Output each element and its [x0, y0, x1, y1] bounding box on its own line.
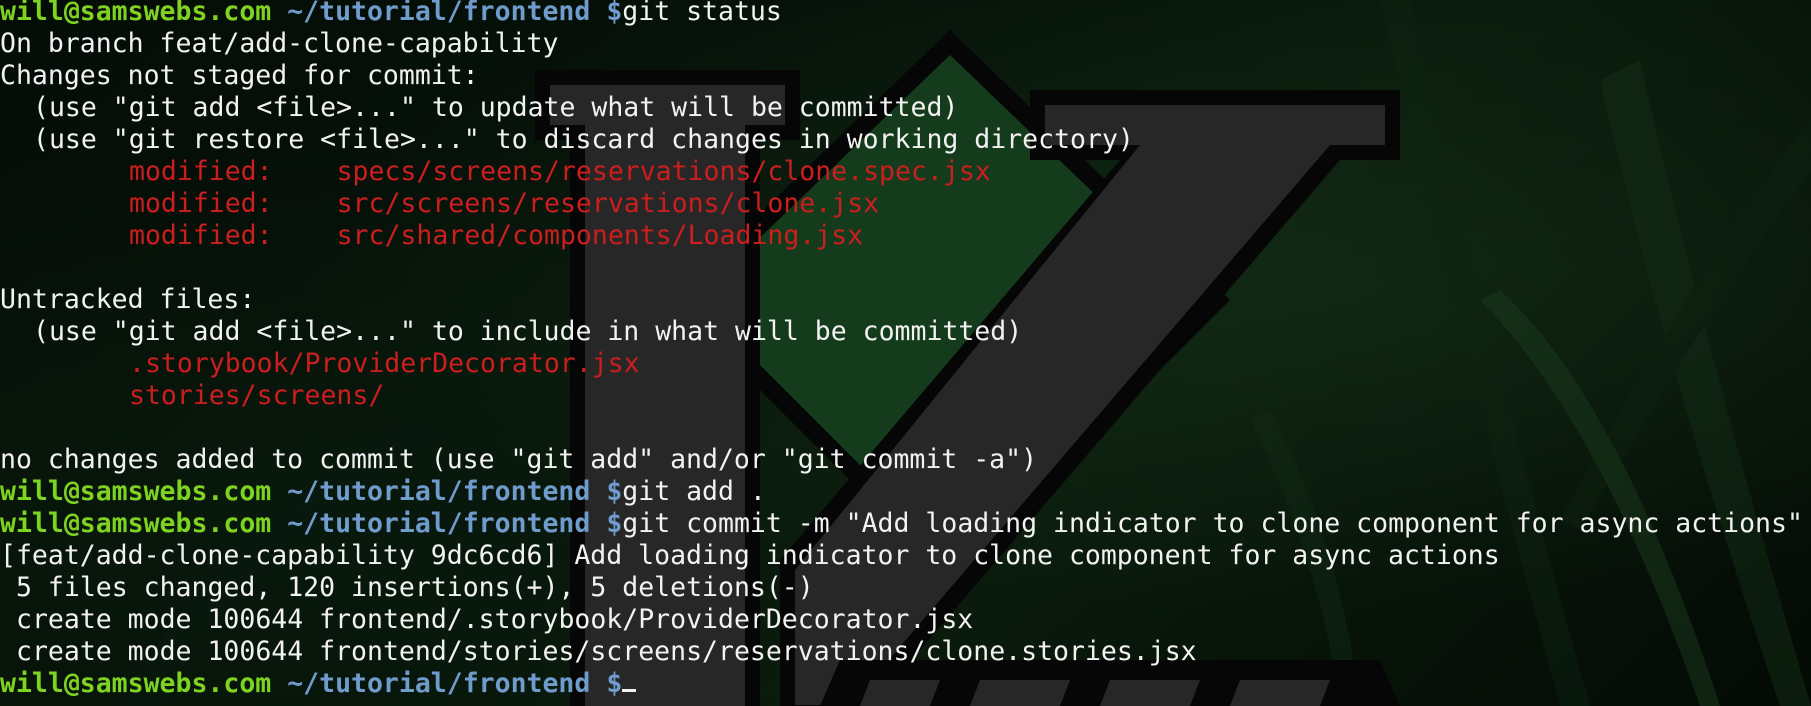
modified-file: src/shared/components/Loading.jsx [336, 220, 864, 251]
prompt-user: will@samswebs.com [0, 508, 272, 539]
terminal-output[interactable]: will@samswebs.com ~/tutorial/frontend $g… [0, 0, 1811, 706]
command-text: git commit -m "Add loading indicator to … [622, 508, 1803, 539]
prompt-line: will@samswebs.com ~/tutorial/frontend $g… [0, 0, 1811, 28]
prompt-user: will@samswebs.com [0, 0, 272, 27]
hint-line: (use "git restore <file>..." to discard … [33, 124, 1134, 155]
prompt-path: ~/tutorial/frontend [287, 668, 591, 699]
untracked-file: stories/screens/ [129, 380, 385, 411]
text-cursor[interactable] [622, 689, 637, 692]
output-line: On branch feat/add-clone-capability [0, 28, 559, 59]
modified-label: modified: [129, 220, 273, 251]
output-line: [feat/add-clone-capability 9dc6cd6] Add … [0, 540, 1500, 571]
prompt-path: ~/tutorial/frontend [287, 508, 591, 539]
untracked-file: .storybook/ProviderDecorator.jsx [129, 348, 640, 379]
prompt-line: will@samswebs.com ~/tutorial/frontend $g… [0, 508, 1811, 540]
command-text: git status [622, 0, 782, 27]
output-line: 5 files changed, 120 insertions(+), 5 de… [16, 572, 814, 603]
output-line: no changes added to commit (use "git add… [0, 444, 1038, 475]
modified-file-line: modified: src/shared/components/Loading.j… [0, 220, 1811, 252]
output-line: Untracked files: [0, 284, 256, 315]
prompt-line: will@samswebs.com ~/tutorial/frontend $g… [0, 476, 1811, 508]
command-text: git add . [622, 476, 766, 507]
prompt-symbol: $ [606, 0, 623, 27]
output-line: create mode 100644 frontend/stories/scre… [16, 636, 1197, 667]
hint-line: (use "git add <file>..." to update what … [33, 92, 959, 123]
prompt-path: ~/tutorial/frontend [287, 476, 591, 507]
prompt-symbol: $ [606, 508, 623, 539]
modified-label: modified: [129, 188, 273, 219]
modified-file: src/screens/reservations/clone.jsx [336, 188, 880, 219]
output-line: create mode 100644 frontend/.storybook/P… [16, 604, 974, 635]
active-prompt-line[interactable]: will@samswebs.com ~/tutorial/frontend $ [0, 668, 1811, 700]
prompt-symbol: $ [606, 476, 623, 507]
prompt-user: will@samswebs.com [0, 668, 272, 699]
prompt-user: will@samswebs.com [0, 476, 272, 507]
modified-file-line: modified: specs/screens/reservations/clon… [0, 156, 1811, 188]
modified-file-line: modified: src/screens/reservations/clone.… [0, 188, 1811, 220]
terminal-window[interactable]: will@samswebs.com ~/tutorial/frontend $g… [0, 0, 1811, 706]
output-line: Changes not staged for commit: [0, 60, 479, 91]
prompt-symbol: $ [606, 668, 623, 699]
prompt-path: ~/tutorial/frontend [287, 0, 591, 27]
hint-line: (use "git add <file>..." to include in w… [33, 316, 1023, 347]
modified-label: modified: [129, 156, 273, 187]
modified-file: specs/screens/reservations/clone.spec.js… [336, 156, 991, 187]
